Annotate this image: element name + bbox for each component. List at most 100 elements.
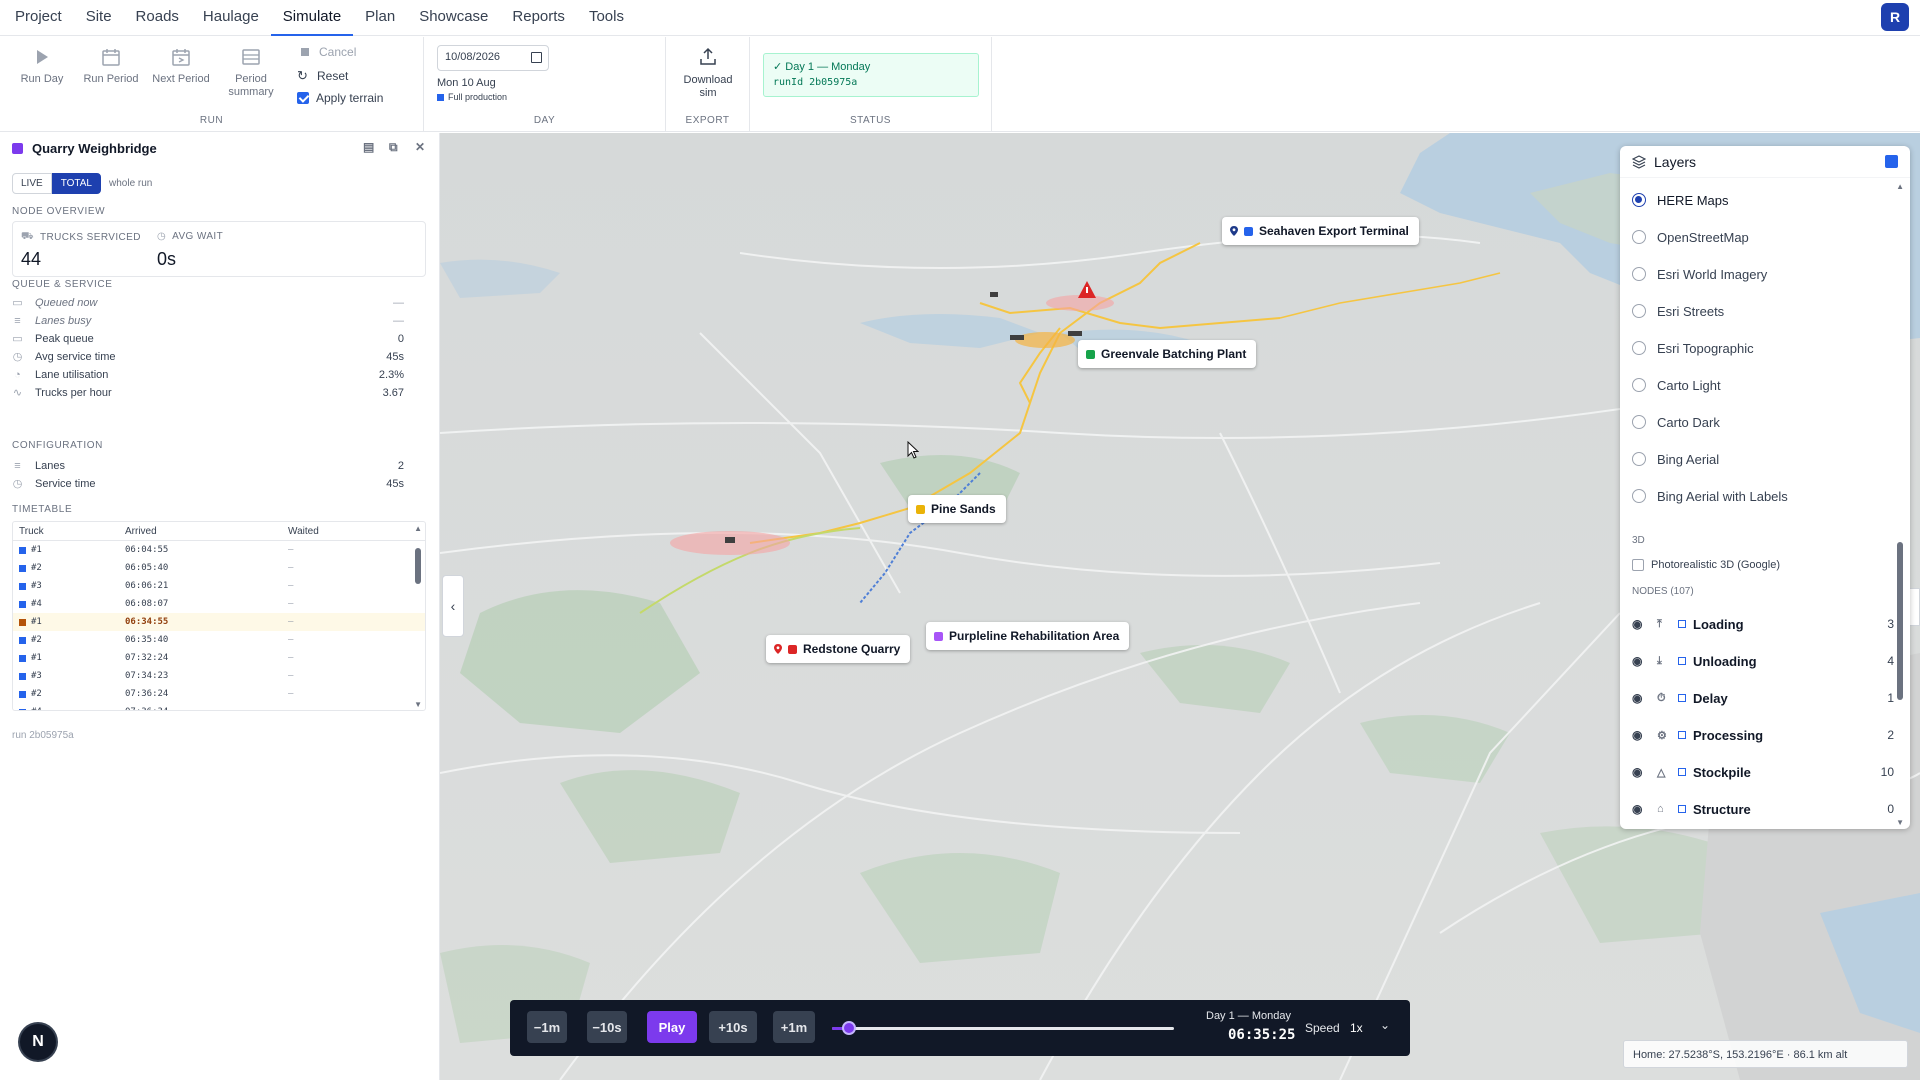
production-dot	[437, 93, 444, 101]
forward-10s-button[interactable]: +10s	[709, 1011, 757, 1043]
table-row[interactable]: #3 06:06:21 —	[13, 577, 425, 595]
basemap-option[interactable]: Esri Topographic	[1632, 333, 1882, 363]
rewind-1m-button[interactable]: −1m	[527, 1011, 567, 1043]
node-checkbox[interactable]	[1678, 620, 1686, 628]
processing-icon: ⚙	[1657, 729, 1667, 742]
toggle-total[interactable]: TOTAL	[51, 173, 101, 194]
cancel-button[interactable]: Cancel	[298, 45, 356, 59]
popout-icon[interactable]: ⧉	[389, 141, 401, 153]
forward-1m-button[interactable]: +1m	[773, 1011, 815, 1043]
period-summary-button[interactable]: Period summary	[220, 47, 282, 99]
chevron-down-icon[interactable]: ⌄	[1380, 1018, 1390, 1032]
export-group: Download sim EXPORT	[666, 37, 750, 132]
queue-stat-row: ◔ Lane utilisation 2.3%	[12, 365, 404, 385]
menu-tools[interactable]: Tools	[577, 0, 636, 36]
date-input[interactable]: 10/08/2026	[437, 45, 549, 71]
table-row[interactable]: #1 07:32:24 —	[13, 649, 425, 667]
node-color-swatch	[12, 142, 23, 154]
node-layer-row[interactable]: ◉ ⏱ Delay 1	[1632, 683, 1894, 713]
basemap-option[interactable]: Carto Light	[1632, 370, 1882, 400]
table-row[interactable]: #2 06:35:40 —	[13, 631, 425, 649]
scroll-down-icon[interactable]: ▼	[1896, 818, 1904, 827]
menu-plan[interactable]: Plan	[353, 0, 407, 36]
map-label-pine-sands[interactable]: Pine Sands	[908, 495, 1006, 523]
basemap-option[interactable]: Bing Aerial with Labels	[1632, 481, 1882, 511]
node-checkbox[interactable]	[1678, 805, 1686, 813]
eye-icon[interactable]: ◉	[1632, 654, 1646, 668]
eye-icon[interactable]: ◉	[1632, 691, 1646, 705]
run-day-button[interactable]: Run Day	[11, 47, 73, 86]
node-checkbox[interactable]	[1678, 694, 1686, 702]
node-layer-row[interactable]: ◉ ⤒ Loading 3	[1632, 609, 1894, 639]
filter-icon[interactable]	[1885, 155, 1898, 168]
config-value: 2	[397, 460, 404, 472]
menu-showcase[interactable]: Showcase	[407, 0, 500, 36]
run-period-button[interactable]: Run Period	[80, 47, 142, 86]
photorealistic-3d-checkbox[interactable]: Photorealistic 3D (Google)	[1632, 559, 1780, 571]
arrived-time: 07:36:34	[125, 707, 288, 710]
table-row[interactable]: #4 06:08:07 —	[13, 595, 425, 613]
waited-value: —	[288, 689, 294, 699]
map-label-seahaven[interactable]: Seahaven Export Terminal	[1222, 217, 1419, 245]
eye-icon[interactable]: ◉	[1632, 802, 1646, 816]
basemap-option[interactable]: Carto Dark	[1632, 407, 1882, 437]
node-layer-row[interactable]: ◉ ⤓ Unloading 4	[1632, 646, 1894, 676]
table-row[interactable]: #4 07:36:34—	[13, 703, 425, 710]
calendar-icon[interactable]	[531, 52, 542, 63]
table-row[interactable]: #3 07:34:23 —	[13, 667, 425, 685]
map-label-redstone[interactable]: Redstone Quarry	[766, 635, 911, 663]
basemap-option[interactable]: HERE Maps	[1632, 185, 1882, 215]
node-checkbox[interactable]	[1678, 768, 1686, 776]
close-icon[interactable]: ✕	[415, 141, 427, 153]
node-layer-row[interactable]: ◉ △ Stockpile 10	[1632, 757, 1894, 787]
menu-reports[interactable]: Reports	[500, 0, 577, 36]
map-label-purpleline[interactable]: Purpleline Rehabilitation Area	[926, 622, 1130, 650]
apply-terrain-checkbox[interactable]: Apply terrain	[297, 91, 383, 105]
node-layer-row[interactable]: ◉ ⚙ Processing 2	[1632, 720, 1894, 750]
eye-icon[interactable]: ◉	[1632, 765, 1646, 779]
table-row[interactable]: #1 06:04:55 —	[13, 541, 425, 559]
menu-site[interactable]: Site	[74, 0, 124, 36]
timetable-scrollbar[interactable]	[415, 548, 421, 584]
stat-label: Trucks per hour	[35, 387, 112, 399]
scroll-up-icon[interactable]: ▲	[414, 524, 422, 533]
basemap-label: Bing Aerial	[1657, 451, 1720, 467]
calendar-next-icon	[172, 49, 190, 66]
truck-color-swatch	[19, 636, 26, 644]
basemap-option[interactable]: Esri World Imagery	[1632, 259, 1882, 289]
eye-icon[interactable]: ◉	[1632, 617, 1646, 631]
collapse-panel-button[interactable]: ‹	[442, 575, 464, 637]
table-row[interactable]: #1 06:34:55 —	[13, 613, 425, 631]
basemap-option[interactable]: Bing Aerial	[1632, 444, 1882, 474]
play-button[interactable]: Play	[647, 1011, 697, 1043]
node-layer-row[interactable]: ◉ ⌂ Structure 0	[1632, 794, 1894, 824]
menu-project[interactable]: Project	[3, 0, 74, 36]
rewind-10s-button[interactable]: −10s	[587, 1011, 627, 1043]
stat-label: Avg service time	[35, 351, 116, 363]
download-sim-button[interactable]: Download sim	[677, 46, 739, 100]
menu-roads[interactable]: Roads	[124, 0, 191, 36]
eye-icon[interactable]: ◉	[1632, 728, 1646, 742]
timeline-slider[interactable]	[832, 1021, 1174, 1035]
app-logo[interactable]: N	[20, 1024, 56, 1060]
node-checkbox[interactable]	[1678, 731, 1686, 739]
node-checkbox[interactable]	[1678, 657, 1686, 665]
avatar[interactable]: R	[1881, 3, 1909, 31]
scroll-up-icon[interactable]: ▲	[1896, 182, 1904, 191]
basemap-label: Esri Topographic	[1657, 340, 1754, 356]
speed-select[interactable]: 1x	[1350, 1021, 1363, 1035]
layers-scrollbar[interactable]	[1897, 542, 1903, 700]
reset-button[interactable]: ↻ Reset	[297, 68, 348, 84]
toggle-live[interactable]: LIVE	[12, 173, 52, 194]
table-row[interactable]: #2 06:05:40 —	[13, 559, 425, 577]
basemap-option[interactable]: OpenStreetMap	[1632, 222, 1882, 252]
menu-haulage[interactable]: Haulage	[191, 0, 271, 36]
map-label-greenvale[interactable]: Greenvale Batching Plant	[1078, 340, 1257, 368]
basemap-option[interactable]: Esri Streets	[1632, 296, 1882, 326]
next-period-button[interactable]: Next Period	[150, 47, 212, 86]
timeline-handle[interactable]	[842, 1021, 857, 1035]
scroll-down-icon[interactable]: ▼	[414, 700, 422, 709]
menu-simulate[interactable]: Simulate	[270, 0, 354, 36]
table-row[interactable]: #2 07:36:24 —	[13, 685, 425, 703]
table-view-icon[interactable]: ▤	[363, 141, 375, 153]
